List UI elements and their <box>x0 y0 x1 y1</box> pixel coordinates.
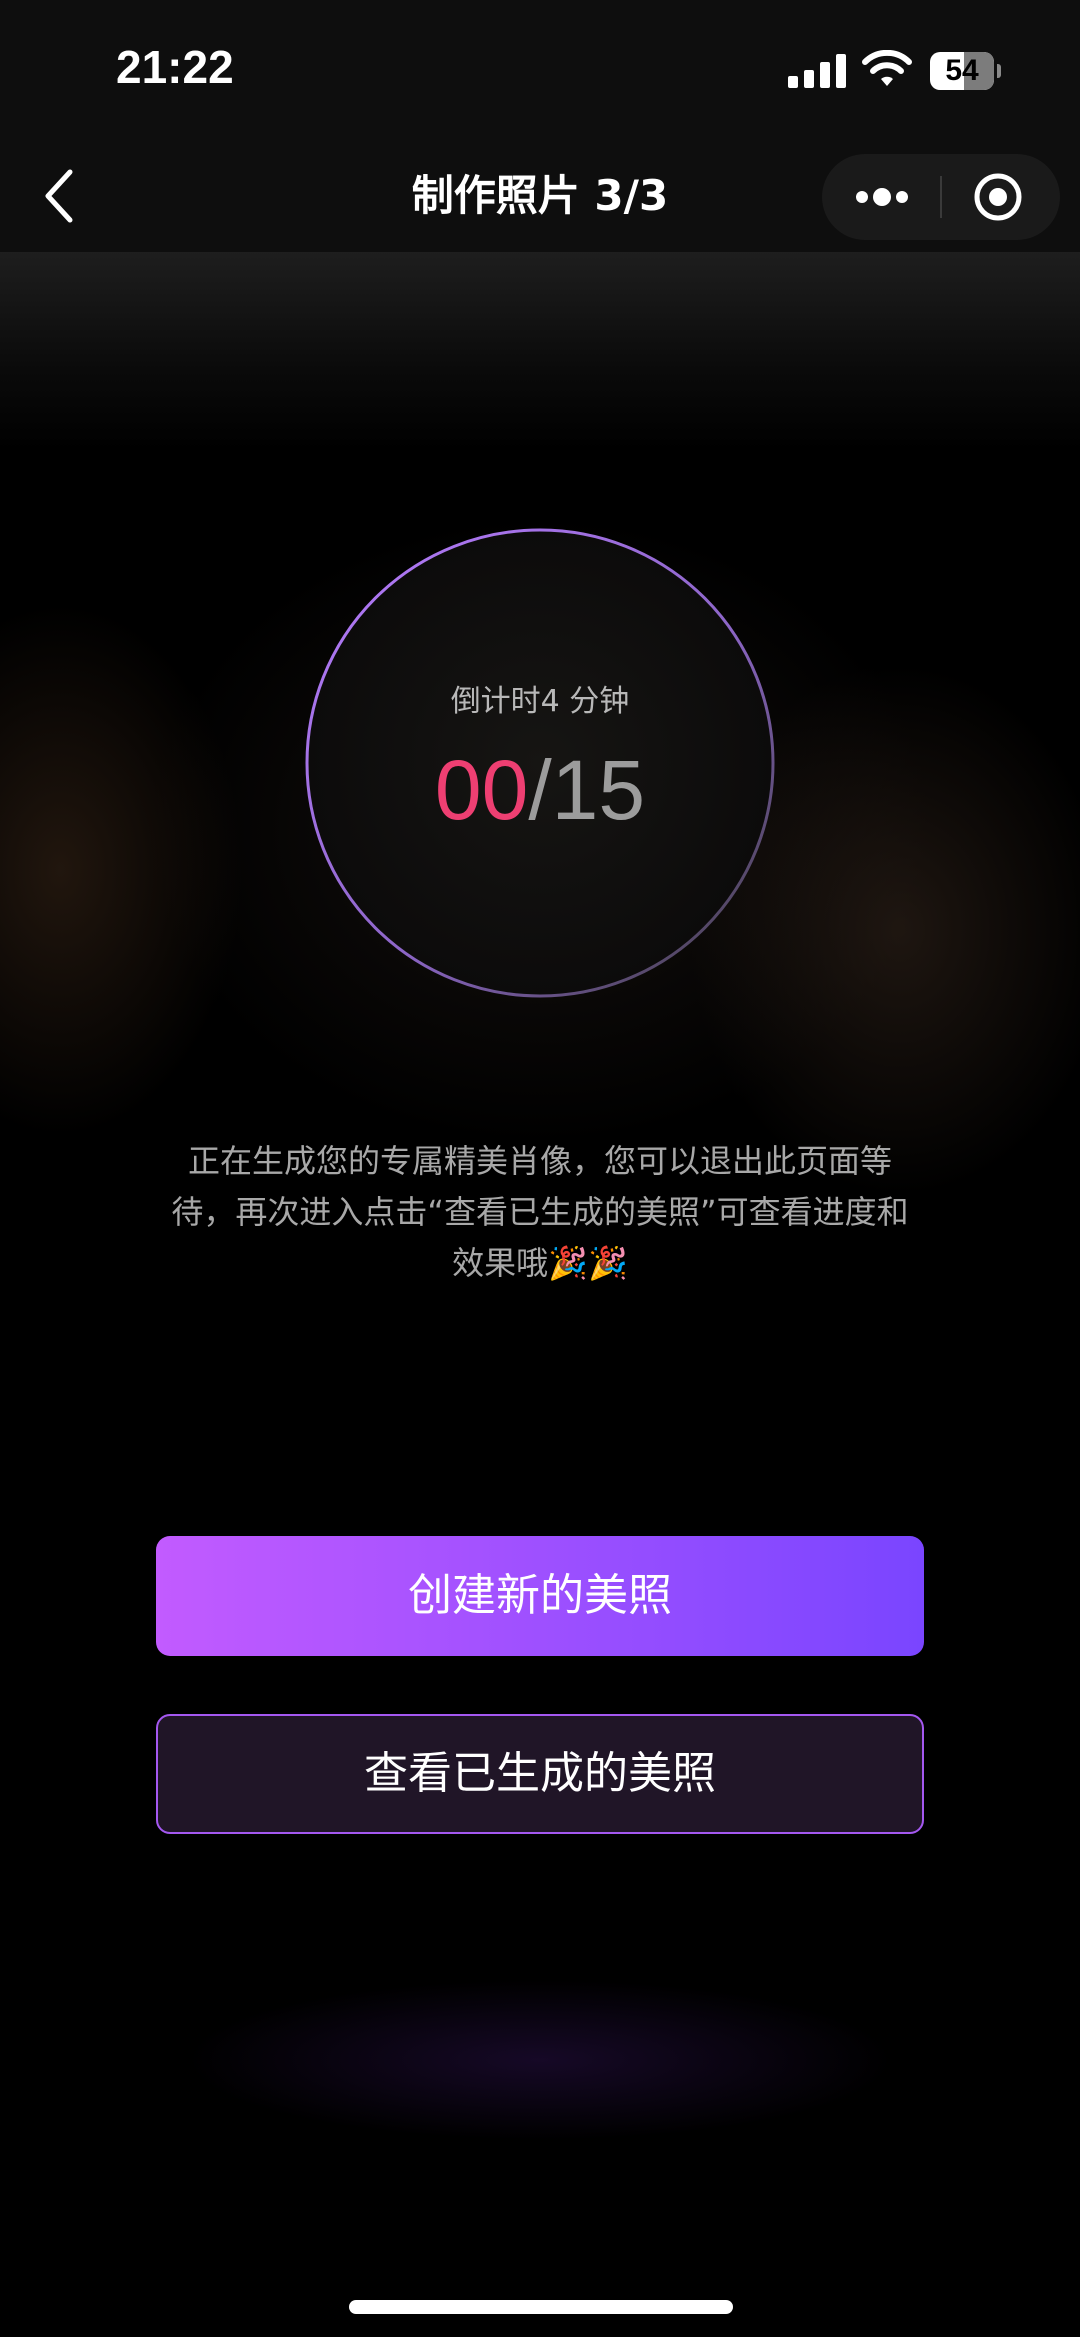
cellular-signal-icon <box>788 54 846 88</box>
battery-icon: 54 <box>930 52 1001 90</box>
capsule-divider <box>940 176 942 218</box>
view-generated-photos-button[interactable]: 查看已生成的美照 <box>156 1714 924 1834</box>
home-indicator <box>349 2300 733 2314</box>
battery-level: 54 <box>945 54 979 87</box>
more-icon[interactable] <box>852 182 912 212</box>
mini-program-capsule <box>822 154 1060 240</box>
generation-message: 正在生成您的专属精美肖像，您可以退出此页面等待，再次进入点击“查看已生成的美照”… <box>171 1142 909 1282</box>
status-bar: 21:22 54 <box>0 0 1080 140</box>
progress-counter: 00/15 <box>305 740 775 840</box>
wifi-icon <box>862 50 912 86</box>
create-new-photo-button[interactable]: 创建新的美照 <box>156 1536 924 1656</box>
countdown-label: 倒计时4 分钟 <box>450 684 630 719</box>
status-time: 21:22 <box>116 41 234 93</box>
close-icon[interactable] <box>972 171 1024 223</box>
counter-total: 15 <box>551 743 646 837</box>
nav-bar: 制作照片 3/3 <box>0 140 1080 252</box>
counter-separator: / <box>528 743 552 837</box>
countdown-ring: 倒计时4 分钟 00/15 <box>305 528 775 998</box>
background-glow-bottom <box>100 1960 980 2160</box>
background-glow-top <box>0 250 1080 450</box>
screen: 21:22 54 制作照片 3/3 倒计时4 分钟 00/15 正在生成您的专属… <box>0 0 1080 2337</box>
counter-current: 00 <box>434 743 529 837</box>
back-icon[interactable] <box>40 166 80 226</box>
